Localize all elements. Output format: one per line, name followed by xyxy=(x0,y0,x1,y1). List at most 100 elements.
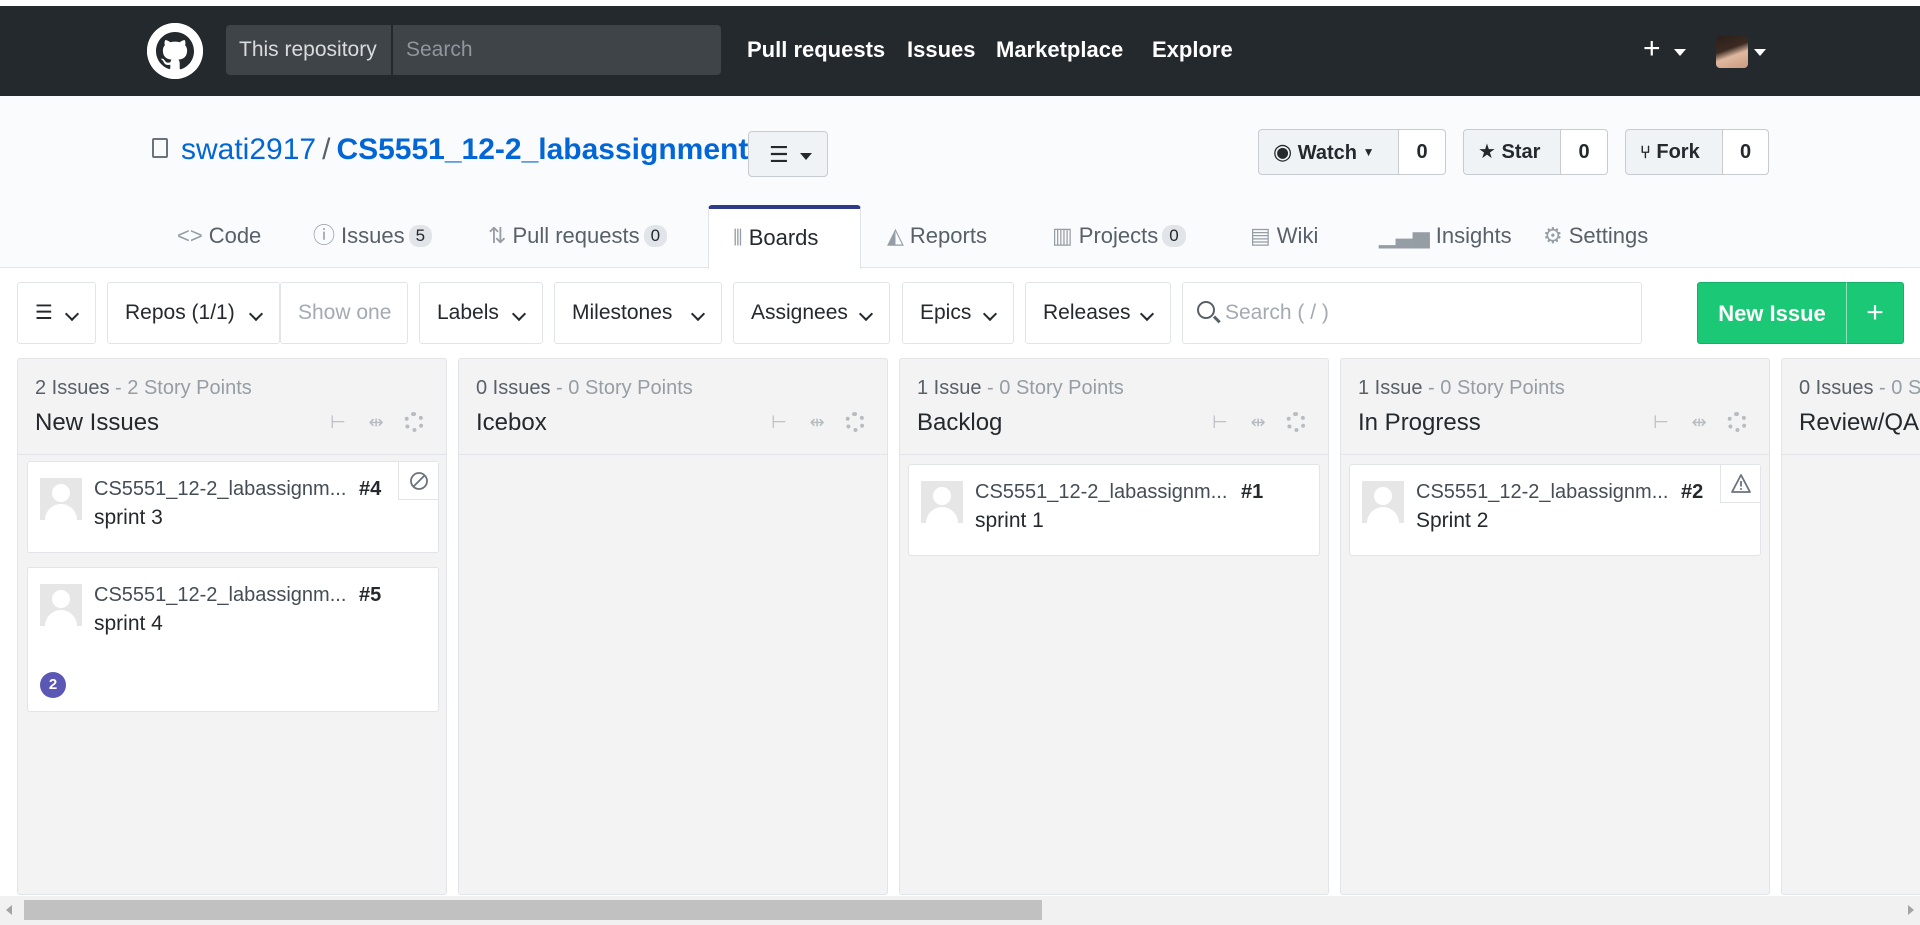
repos-filter[interactable]: Repos (1/1) xyxy=(107,282,280,344)
tab-pull-requests[interactable]: ⇅ Pull requests 0 xyxy=(488,205,668,267)
pipeline-header: 1 Issue - 0 Story Points In Progress ⊢ ⇹ xyxy=(1341,359,1769,455)
tab-insights-label: Insights xyxy=(1435,223,1512,248)
board-search-input[interactable] xyxy=(1225,283,1625,343)
epics-filter[interactable]: Epics xyxy=(902,282,1014,344)
collapse-left-icon[interactable]: ⊢ xyxy=(1651,411,1671,433)
issue-count: 2 Issues xyxy=(35,377,110,399)
collapse-icon[interactable]: ⇹ xyxy=(366,411,386,433)
avatar xyxy=(40,584,82,626)
pipeline-icebox: 0 Issues - 0 Story Points Icebox ⊢ ⇹ xyxy=(458,358,888,895)
tab-wiki[interactable]: ▤ Wiki xyxy=(1250,205,1318,267)
collapse-icon[interactable]: ⇹ xyxy=(807,411,827,433)
pipeline-meta: 1 Issue - 0 Story Points xyxy=(917,377,1124,400)
graph-icon: ◭ xyxy=(887,223,904,248)
tab-issues-label: Issues xyxy=(341,223,405,248)
issue-card[interactable]: CS5551_12-2_labassignm... #1 sprint 1 xyxy=(908,464,1320,556)
repo-name-link[interactable]: CS5551_12-2_labassignments xyxy=(336,133,765,166)
pipeline-settings-icon[interactable] xyxy=(845,412,865,432)
nav-explore[interactable]: Explore xyxy=(1152,25,1233,75)
issue-card[interactable]: CS5551_12-2_labassignm... #5 sprint 4 xyxy=(27,567,439,659)
create-caret-icon[interactable] xyxy=(1674,49,1686,56)
issue-count: 0 Issues xyxy=(476,377,551,399)
collapse-left-icon[interactable]: ⊢ xyxy=(1210,411,1230,433)
repo-separator: / xyxy=(322,133,331,166)
pipeline-title: Icebox xyxy=(476,409,547,436)
pipeline-title: In Progress xyxy=(1358,409,1481,436)
card-title[interactable]: sprint 1 xyxy=(975,509,1044,533)
milestones-filter[interactable]: Milestones xyxy=(554,282,722,344)
scroll-left-icon[interactable] xyxy=(6,905,12,915)
global-search-input[interactable] xyxy=(393,25,721,75)
book-icon: ▤ xyxy=(1250,223,1271,248)
chevron-down-icon xyxy=(858,306,874,322)
collapse-left-icon[interactable]: ⊢ xyxy=(769,411,789,433)
fork-count[interactable]: 0 xyxy=(1723,129,1769,175)
project-icon: ▥ xyxy=(1052,223,1073,248)
repo-owner-link[interactable]: swati2917 xyxy=(181,133,316,166)
pull-request-icon: ⇅ xyxy=(488,223,507,248)
issue-card[interactable]: CS5551_12-2_labassignm... #4 sprint 3 xyxy=(27,461,439,553)
show-one-filter[interactable]: Show one xyxy=(280,282,408,344)
pipeline-actions: ⊢ ⇹ xyxy=(328,411,428,435)
tab-code[interactable]: <> Code xyxy=(177,205,261,267)
scrollbar-thumb[interactable] xyxy=(24,900,1042,920)
tab-reports[interactable]: ◭ Reports xyxy=(887,205,987,267)
fork-icon: ⑂ xyxy=(1640,142,1651,162)
board-menu-button[interactable]: ☰ xyxy=(748,131,828,177)
tab-projects[interactable]: ▥ Projects 0 xyxy=(1052,205,1186,267)
watch-button[interactable]: ◉ Watch ▼ xyxy=(1258,129,1399,175)
warning-icon[interactable] xyxy=(1720,465,1760,503)
fork-button[interactable]: ⑂ Fork xyxy=(1625,129,1723,175)
code-icon: <> xyxy=(177,223,203,248)
card-title[interactable]: sprint 3 xyxy=(94,506,163,530)
pipeline-meta: 0 Issues - 0 S xyxy=(1799,377,1920,400)
chevron-down-icon xyxy=(248,306,264,322)
story-points: - 0 Story Points xyxy=(981,377,1124,399)
card-title[interactable]: sprint 4 xyxy=(94,612,163,636)
avatar-caret-icon[interactable] xyxy=(1754,49,1766,56)
issue-card[interactable]: CS5551_12-2_labassignm... #2 Sprint 2 xyxy=(1349,464,1761,556)
github-logo-icon[interactable] xyxy=(147,23,203,79)
user-avatar[interactable] xyxy=(1716,36,1748,68)
new-issue-button[interactable]: New Issue xyxy=(1697,282,1847,344)
scroll-right-icon[interactable] xyxy=(1908,905,1914,915)
avatar xyxy=(921,481,963,523)
nav-marketplace[interactable]: Marketplace xyxy=(996,25,1123,75)
nav-issues[interactable]: Issues xyxy=(907,25,976,75)
horizontal-scrollbar[interactable] xyxy=(0,896,1920,925)
pipeline-meta: 0 Issues - 0 Story Points xyxy=(476,377,693,400)
tab-issues[interactable]: ⓘ Issues 5 xyxy=(313,205,433,267)
nav-pull-requests[interactable]: Pull requests xyxy=(747,25,885,75)
assignees-filter[interactable]: Assignees xyxy=(733,282,890,344)
releases-filter[interactable]: Releases xyxy=(1025,282,1171,344)
new-issue-plus-button[interactable]: + xyxy=(1846,282,1904,344)
collapse-left-icon[interactable]: ⊢ xyxy=(328,411,348,433)
tab-insights[interactable]: ▁▃▅ Insights xyxy=(1379,205,1512,267)
pipeline-settings-icon[interactable] xyxy=(1286,412,1306,432)
pipeline-settings-icon[interactable] xyxy=(404,412,424,432)
pipeline-meta: 1 Issue - 0 Story Points xyxy=(1358,377,1565,400)
pipeline-settings-icon[interactable] xyxy=(1727,412,1747,432)
watch-count[interactable]: 0 xyxy=(1399,129,1446,175)
card-title[interactable]: Sprint 2 xyxy=(1416,509,1488,533)
menu-caret-icon xyxy=(800,153,812,160)
collapse-icon[interactable]: ⇹ xyxy=(1248,411,1268,433)
search-icon xyxy=(1197,301,1215,319)
collapse-icon[interactable]: ⇹ xyxy=(1689,411,1709,433)
estimate-badge[interactable]: 2 xyxy=(40,672,66,698)
tab-boards[interactable]: ⦀ Boards xyxy=(708,205,861,269)
tab-settings-label: Settings xyxy=(1568,223,1649,248)
pipeline-actions: ⊢ ⇹ xyxy=(1651,411,1751,435)
star-count[interactable]: 0 xyxy=(1561,129,1608,175)
blocked-icon[interactable] xyxy=(398,462,438,500)
issue-count: 1 Issue xyxy=(917,377,982,399)
card-number: #4 xyxy=(359,478,382,500)
star-icon: ★ xyxy=(1478,141,1496,163)
star-button[interactable]: ★ Star xyxy=(1463,129,1561,175)
card-repo: CS5551_12-2_labassignm... xyxy=(94,478,347,500)
filter-settings-button[interactable]: ☰ xyxy=(17,282,96,344)
tab-settings[interactable]: ⚙ Settings xyxy=(1543,205,1648,267)
create-new-icon[interactable]: + xyxy=(1643,34,1661,64)
labels-filter-label: Labels xyxy=(437,301,499,324)
labels-filter[interactable]: Labels xyxy=(419,282,543,344)
